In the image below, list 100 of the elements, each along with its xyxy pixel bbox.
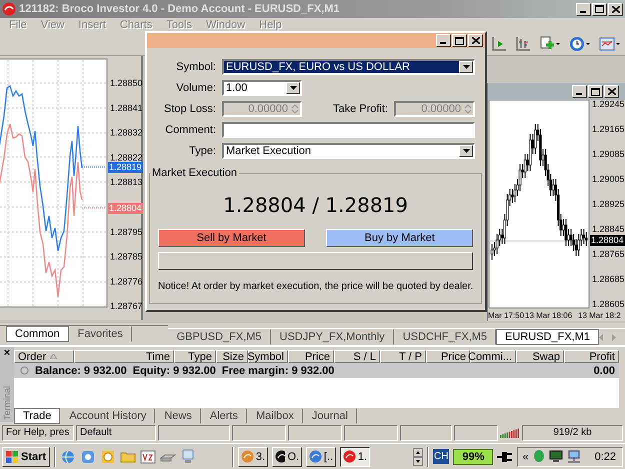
maximize-icon [595,5,604,13]
close-button[interactable] [608,2,623,16]
profit-value: 0.00 [594,364,615,376]
price-label: 1.29245 [592,100,625,109]
price-label: 1.28795 [110,226,143,237]
summary-row[interactable]: Balance: 9 932.00 Equity: 9 932.00 Free margin: 9 932.00 0.00 [14,363,619,378]
column-header[interactable]: S / L [334,350,380,363]
close-button[interactable] [468,34,483,47]
column-header[interactable]: Symbol [248,350,288,363]
minimize-button[interactable] [572,85,587,98]
column-header[interactable]: Swap [516,350,564,363]
chart-tab[interactable]: GBPUSD_FX,M5 [168,329,271,345]
caret-icon [290,86,296,90]
signal-icon [500,428,520,438]
status-cell [288,424,342,440]
price-label: 1.28813 [110,177,143,188]
quote-text: 1.28804 / 1.28819 [222,193,410,217]
minimize-button[interactable] [436,34,451,47]
caret-icon [462,149,470,153]
field-label: Stop Loss: [163,103,216,115]
maximize-button[interactable] [592,2,607,16]
tray-expand-button[interactable]: « [522,450,529,462]
app-icon[interactable] [80,448,96,464]
network-icon[interactable] [566,450,581,463]
price-label: 1.28767 [110,301,143,312]
price-label: 1.28925 [592,199,625,209]
tab[interactable]: Common [6,326,69,342]
taskbar-button[interactable]: 1. [340,446,370,466]
tab[interactable]: Trade [14,408,60,424]
blank-button[interactable] [158,252,474,270]
sell-button[interactable]: Sell by Market [158,229,305,247]
comment-field[interactable] [222,122,475,138]
volume-dropdown[interactable]: 1.00 [222,80,302,96]
app-icon[interactable] [140,448,156,464]
tab[interactable]: Favorites [68,326,132,342]
close-icon [608,88,616,95]
maximize-icon [591,88,600,96]
close-button[interactable] [604,85,619,98]
chart-tab[interactable]: EURUSD_FX,M1 [496,329,599,345]
maximize-button[interactable] [452,34,467,47]
price-label: 1.28785 [110,252,143,262]
time-label: Mar 17:50 [488,311,524,320]
status-text: For Help, pres [2,424,74,440]
app-icon [241,450,254,463]
status-text: 919/2 kb [522,424,623,440]
column-header[interactable]: Commi... [470,350,516,363]
tab[interactable]: Alerts [200,408,247,424]
window-title: 121182: Broco Investor 4.0 - Demo Account - EURUSD_FX,M1 [19,3,341,15]
field-label: Type: [188,145,216,157]
tab[interactable]: Mailbox [247,408,303,424]
plug-icon [497,450,514,462]
field-label: Comment: [164,124,216,136]
column-header[interactable]: Type [174,350,216,363]
taskbar-button[interactable]: O. [272,446,302,466]
price-label: 1.29005 [592,174,625,184]
taskbar-button[interactable]: [.. [306,446,336,466]
column-header[interactable]: Profit [564,350,619,363]
start-button[interactable]: Start [2,446,50,466]
column-header[interactable]: Order [14,350,74,363]
clock-text: 0:22 [594,450,616,462]
price-label: 1.28850 [110,78,143,88]
price-label: 1.28832 [110,128,143,138]
column-header[interactable]: Price [426,350,470,363]
column-header[interactable]: T / P [380,350,426,363]
new-document-icon[interactable] [539,36,561,52]
price-label: 1.28845 [592,224,625,234]
price-label: 1.28776 [110,276,143,286]
maximize-button[interactable] [588,85,603,98]
scroll-arrows-icon[interactable] [412,448,423,466]
clock-icon[interactable] [569,36,591,52]
price-marker: 1.28804 [108,203,143,214]
status-cell [400,424,452,440]
panel-title: Terminal [2,386,12,420]
tab[interactable]: Journal [302,408,357,424]
close-button[interactable]: × [4,347,10,359]
type-dropdown[interactable]: Market Execution [222,143,475,159]
column-header[interactable]: Time [74,350,174,363]
app-logo-icon [2,2,16,16]
symbol-dropdown[interactable]: EURUSD_FX, EURO vs US DOLLAR [222,59,475,75]
battery-indicator: 99% [453,448,494,464]
tab[interactable]: Account History [60,408,156,424]
taskbar-button[interactable]: 3. [238,446,268,466]
minimize-button[interactable] [576,2,591,16]
caret-icon [462,65,470,69]
indicator-icon[interactable] [599,36,621,52]
calendar-icon[interactable] [100,448,116,464]
language-indicator[interactable]: CH [432,449,450,464]
buy-button[interactable]: Buy by Market [326,229,474,247]
monitor-icon[interactable] [548,450,563,463]
notice-text: Notice! At order by market execution, the price will be quoted by dealer. [158,281,474,292]
chart-tab[interactable]: USDJPY_FX,Monthly [270,329,394,345]
status-text: Default [76,424,156,440]
column-header[interactable]: Size [216,350,248,363]
app-icon [275,450,286,463]
chart-play-icon[interactable] [491,36,507,52]
field-label: Take Profit: [332,103,388,115]
bar-chart-icon[interactable] [515,36,531,52]
globe-icon[interactable] [60,448,76,464]
tab[interactable]: News [155,408,201,424]
column-header[interactable]: Price [288,350,334,363]
